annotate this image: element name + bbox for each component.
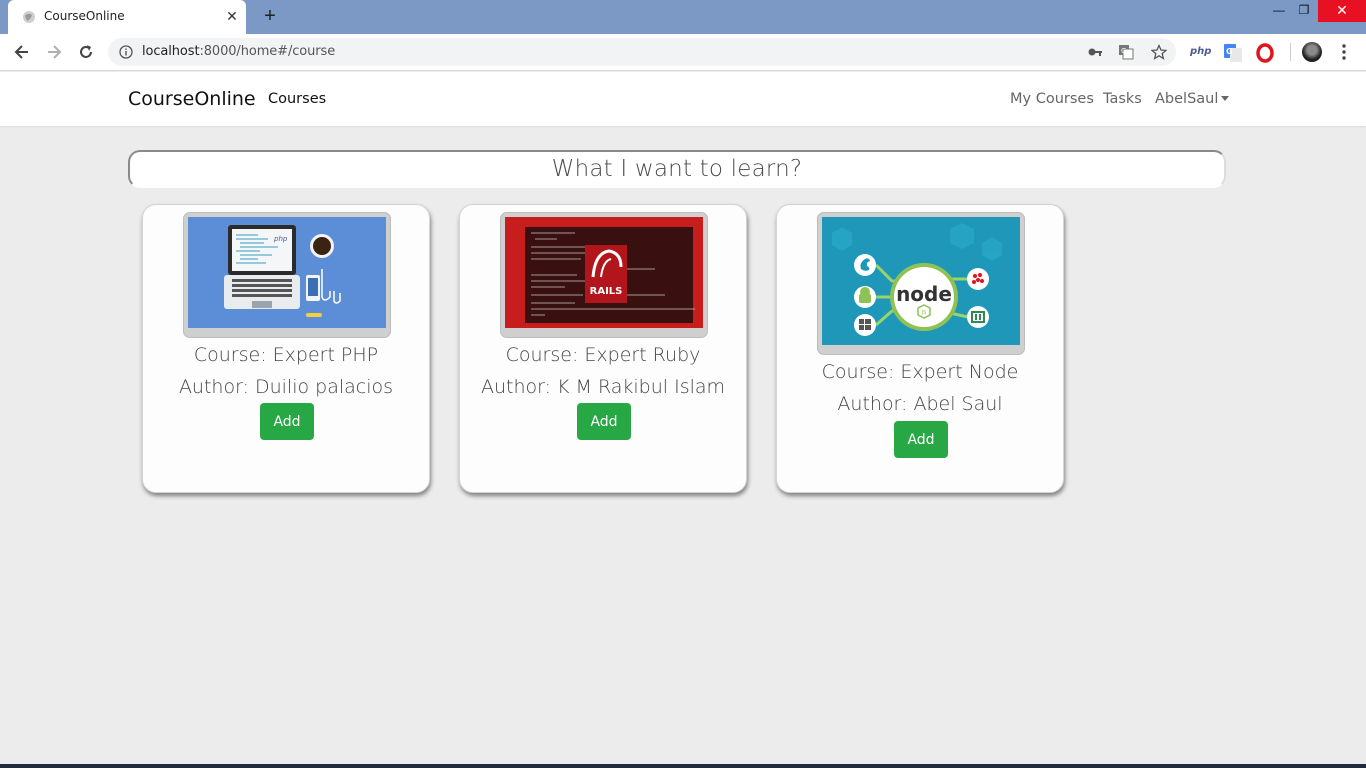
course-image-frame: php — [183, 212, 391, 338]
new-tab-button[interactable]: + — [260, 6, 280, 26]
add-course-button[interactable]: Add — [260, 403, 314, 440]
window-minimize-button[interactable]: — — [1266, 0, 1292, 22]
php-extension-icon[interactable]: php — [1190, 46, 1214, 66]
key-icon[interactable] — [1087, 44, 1103, 60]
browser-tab[interactable]: CourseOnline ✕ — [8, 0, 246, 34]
course-image-frame: node JS — [817, 212, 1025, 355]
info-icon[interactable] — [119, 45, 133, 59]
php-course-image: php — [188, 217, 386, 328]
google-translate-extension-icon[interactable]: G — [1223, 43, 1243, 63]
more-menu-icon[interactable] — [1336, 42, 1352, 62]
bookmark-star-icon[interactable] — [1151, 44, 1167, 60]
course-card: node JS Course: Expert Node Author: Abel… — [776, 204, 1064, 493]
forward-arrow-icon[interactable] — [44, 42, 64, 62]
user-menu-dropdown[interactable]: AbelSaul — [1155, 91, 1218, 107]
brand-logo[interactable]: CourseOnline — [128, 88, 256, 110]
svg-text:G: G — [1121, 47, 1126, 55]
course-card: php Course: Expert PHP Author: Duilio pa… — [142, 204, 430, 493]
course-title: Course: Expert PHP — [193, 344, 379, 366]
back-arrow-icon[interactable] — [12, 42, 32, 62]
course-author: Author: K M Rakibul Islam — [480, 376, 726, 398]
node-badge-text: JS — [921, 310, 927, 316]
tab-title: CourseOnline — [44, 9, 125, 23]
browser-tab-bar: CourseOnline ✕ + — ❐ ✕ — [0, 0, 1366, 34]
course-author: Author: Abel Saul — [837, 393, 1003, 415]
svg-text:G: G — [1226, 47, 1233, 56]
url-text: localhost:8000/home#/course — [142, 44, 336, 59]
chevron-down-icon[interactable] — [1221, 96, 1229, 101]
browser-toolbar: localhost:8000/home#/course G php G — [0, 34, 1366, 71]
nav-tasks-link[interactable]: Tasks — [1103, 91, 1142, 107]
globe-favicon-icon — [23, 11, 35, 23]
taskbar-edge — [0, 764, 1366, 768]
window-close-button[interactable]: ✕ — [1318, 0, 1366, 22]
nav-my-courses-link[interactable]: My Courses — [1010, 91, 1094, 107]
profile-avatar[interactable] — [1302, 42, 1322, 62]
course-title: Course: Expert Ruby — [505, 344, 701, 366]
reload-icon[interactable] — [76, 42, 96, 62]
course-search-input[interactable] — [130, 152, 1224, 186]
opera-extension-icon[interactable] — [1255, 43, 1275, 63]
node-logo-text: node — [896, 282, 952, 306]
app-navbar: CourseOnline Courses My Courses Tasks Ab… — [0, 72, 1366, 126]
rails-logo-text: RAILS — [590, 286, 623, 297]
course-image-frame: RAILS — [500, 212, 708, 338]
svg-text:php: php — [273, 235, 288, 243]
translate-icon[interactable]: G — [1118, 44, 1134, 60]
add-course-button[interactable]: Add — [894, 421, 948, 458]
window-maximize-button[interactable]: ❐ — [1291, 0, 1317, 22]
toolbar-separator — [1290, 43, 1291, 61]
tab-close-icon[interactable]: ✕ — [224, 8, 240, 24]
add-course-button[interactable]: Add — [577, 403, 631, 440]
course-author: Author: Duilio palacios — [178, 376, 394, 398]
ruby-course-image: RAILS — [505, 217, 703, 328]
nav-courses-link[interactable]: Courses — [268, 91, 326, 107]
address-bar[interactable]: localhost:8000/home#/course G — [108, 38, 1176, 66]
course-card: RAILS Course: Expert Ruby Author: K M Ra… — [459, 204, 747, 493]
course-search-box — [128, 150, 1226, 188]
course-title: Course: Expert Node — [821, 361, 1019, 383]
node-course-image: node JS — [822, 217, 1020, 345]
